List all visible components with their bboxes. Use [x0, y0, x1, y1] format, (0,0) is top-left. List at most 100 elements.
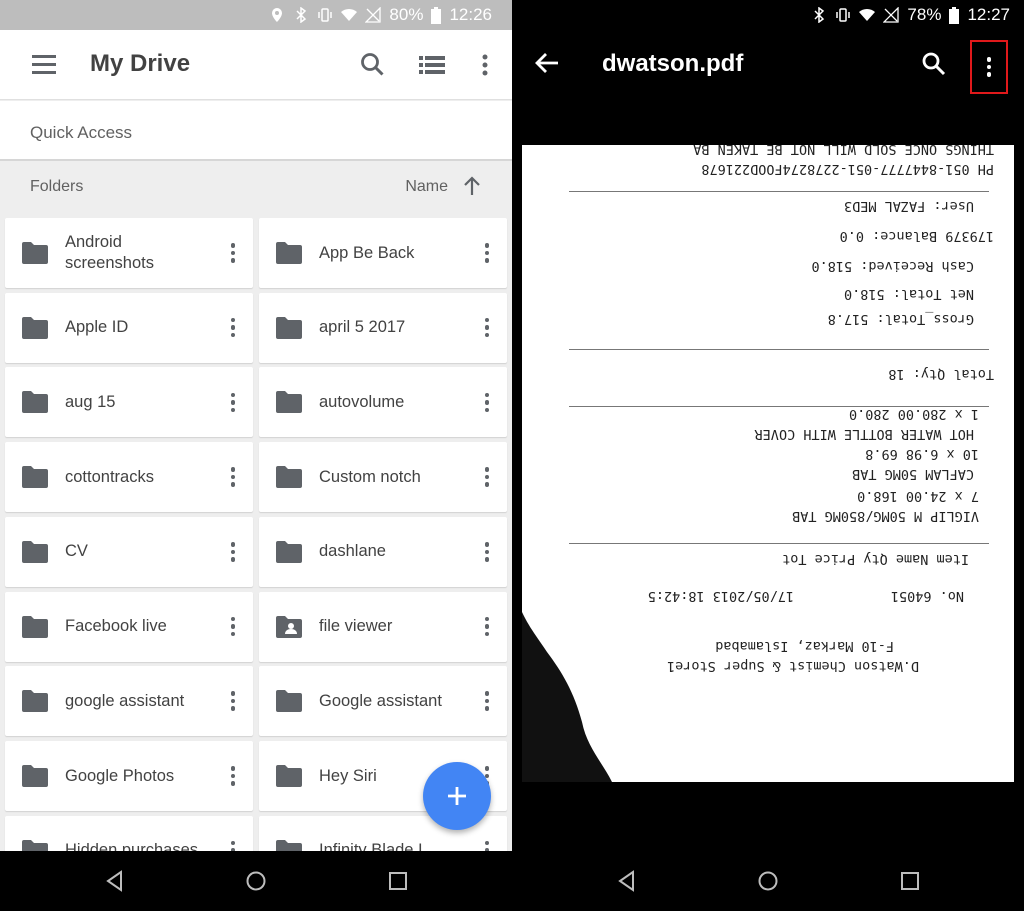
- arrow-up-icon[interactable]: [462, 175, 482, 197]
- folder-name: Apple ID: [65, 318, 129, 337]
- more-vert-icon[interactable]: [475, 612, 499, 642]
- folder-name: cottontracks: [65, 467, 154, 486]
- nav-home-icon[interactable]: [756, 869, 780, 893]
- folder-icon: [276, 839, 302, 851]
- more-vert-icon[interactable]: [475, 313, 499, 343]
- folder-name: Custom notch: [319, 467, 421, 486]
- folder-card[interactable]: Custom notch: [259, 442, 507, 513]
- nav-home-icon[interactable]: [244, 869, 268, 893]
- more-options-button[interactable]: [970, 40, 1008, 94]
- folder-icon: [22, 540, 48, 563]
- more-vert-icon[interactable]: [470, 50, 500, 80]
- folder-icon: [276, 242, 302, 264]
- folder-name: Hidden purchases: [65, 841, 198, 851]
- add-icon: [448, 787, 466, 805]
- receipt-line: No. 64051: [890, 588, 964, 604]
- status-bar: 78% 12:27: [512, 0, 1024, 30]
- folder-card[interactable]: Facebook live: [5, 591, 253, 662]
- folder-card[interactable]: Google Photos: [5, 740, 253, 811]
- receipt-line: Cash Received: 518.0: [811, 258, 974, 274]
- menu-icon[interactable]: [32, 55, 56, 74]
- folder-card[interactable]: App Be Back: [259, 218, 507, 288]
- nav-recents-icon[interactable]: [386, 869, 410, 893]
- more-vert-icon[interactable]: [475, 537, 499, 567]
- folder-card[interactable]: cottontracks: [5, 442, 253, 513]
- folder-icon: [22, 391, 48, 414]
- receipt-divider: [569, 543, 989, 544]
- folder-card[interactable]: Android screenshots: [5, 218, 253, 288]
- more-vert-icon: [986, 57, 992, 62]
- more-vert-icon[interactable]: [221, 238, 245, 268]
- folder-name: Google Photos: [65, 766, 175, 785]
- folder-card[interactable]: Hidden purchases: [5, 815, 253, 851]
- more-vert-icon[interactable]: [475, 462, 499, 492]
- folder-name: autovolume: [319, 393, 405, 412]
- folder-card[interactable]: dashlane: [259, 516, 507, 587]
- shared-folder-icon: [276, 615, 302, 638]
- list-view-icon[interactable]: [417, 50, 447, 80]
- sort-by-name-button[interactable]: Name: [405, 178, 448, 196]
- folders-label: Folders: [30, 178, 84, 195]
- folder-card[interactable]: file viewer: [259, 591, 507, 662]
- clock: 12:27: [967, 5, 1010, 24]
- pdf-page[interactable]: D.Watson Chemist & Super Store1 F-10 Mark…: [522, 145, 1014, 782]
- receipt-image: D.Watson Chemist & Super Store1 F-10 Mark…: [522, 145, 1014, 782]
- more-vert-icon[interactable]: [221, 612, 245, 642]
- status-bar: 80% 12:26: [0, 0, 512, 30]
- folder-card[interactable]: CV: [5, 516, 253, 587]
- page-title: My Drive: [90, 50, 191, 77]
- nav-recents-icon[interactable]: [898, 869, 922, 893]
- receipt-line: Item Name Qty Price Tot: [782, 551, 969, 567]
- folder-card[interactable]: Apple ID: [5, 292, 253, 363]
- receipt-line: THINGS ONCE SOLD WILL NOT BE TAKEN BA: [693, 145, 994, 157]
- folder-icon: [22, 242, 48, 264]
- quick-access-label: Quick Access: [30, 123, 133, 142]
- arrow-back-icon[interactable]: [534, 50, 560, 76]
- more-vert-icon[interactable]: [221, 686, 245, 716]
- folder-card[interactable]: google assistant: [5, 666, 253, 737]
- battery-percent: 78%: [907, 5, 942, 24]
- folder-card[interactable]: autovolume: [259, 367, 507, 438]
- receipt-line: CAFLAM 50MG TAB: [852, 466, 974, 482]
- receipt-line: 10 x 6.98 69.8: [865, 446, 979, 462]
- folder-name: Google assistant: [319, 691, 442, 710]
- search-icon[interactable]: [358, 50, 388, 80]
- nav-back-icon[interactable]: [103, 869, 127, 893]
- more-vert-icon[interactable]: [221, 462, 245, 492]
- folder-name: CV: [65, 542, 88, 561]
- app-bar: My Drive: [0, 30, 512, 100]
- folder-name: Android screenshots: [65, 233, 154, 272]
- more-vert-icon[interactable]: [221, 387, 245, 417]
- location-icon: [272, 8, 283, 22]
- clock: 12:26: [449, 5, 492, 24]
- receipt-divider: [569, 406, 989, 407]
- folder-card[interactable]: Google assistant: [259, 666, 507, 737]
- new-item-fab[interactable]: [423, 762, 491, 830]
- folder-name: file viewer: [319, 617, 393, 636]
- more-vert-icon[interactable]: [221, 313, 245, 343]
- receipt-line: Net Total: 518.0: [843, 286, 974, 302]
- folder-icon: [276, 690, 302, 713]
- more-vert-icon[interactable]: [221, 836, 245, 851]
- quick-access[interactable]: Quick Access: [0, 101, 512, 161]
- more-vert-icon[interactable]: [475, 836, 499, 851]
- nav-back-icon[interactable]: [615, 869, 639, 893]
- more-vert-icon[interactable]: [221, 537, 245, 567]
- receipt-line: Gross_Total: 517.8: [827, 311, 974, 327]
- wifi-icon: [341, 8, 358, 21]
- more-vert-icon[interactable]: [475, 238, 499, 268]
- more-vert-icon[interactable]: [221, 761, 245, 791]
- folder-icon: [276, 316, 302, 339]
- folder-name: Facebook live: [65, 617, 167, 636]
- folder-card[interactable]: april 5 2017: [259, 292, 507, 363]
- bluetooth-icon: [814, 7, 825, 23]
- folder-name: april 5 2017: [319, 318, 406, 337]
- folder-card[interactable]: aug 15: [5, 367, 253, 438]
- more-vert-icon[interactable]: [475, 686, 499, 716]
- search-icon[interactable]: [920, 50, 948, 78]
- receipt-line: 17/05/2013 18:42:5: [647, 588, 794, 604]
- folder-icon: [276, 391, 302, 414]
- folder-icon: [276, 540, 302, 563]
- folder-icon: [276, 466, 302, 489]
- more-vert-icon[interactable]: [475, 387, 499, 417]
